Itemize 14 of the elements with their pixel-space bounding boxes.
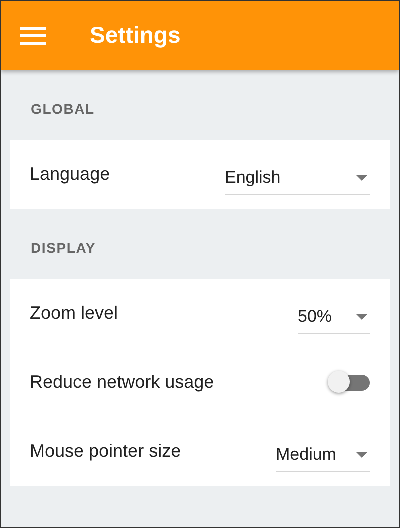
setting-label: Zoom level <box>30 303 118 324</box>
dropdown[interactable]: 50% <box>298 302 370 334</box>
setting-label: Reduce network usage <box>30 372 214 393</box>
app-title: Settings <box>90 22 181 49</box>
dropdown[interactable]: English <box>225 162 370 194</box>
section-heading: DISPLAY <box>31 239 96 257</box>
dropdown[interactable]: Medium <box>276 440 370 472</box>
section-heading: GLOBAL <box>31 100 95 118</box>
setting-label: Mouse pointer size <box>30 441 182 462</box>
toggle-switch[interactable] <box>328 370 372 394</box>
caret-icon <box>356 452 368 458</box>
caret-icon <box>356 175 368 181</box>
caret-icon <box>356 314 368 320</box>
setting-label: Language <box>30 164 110 185</box>
